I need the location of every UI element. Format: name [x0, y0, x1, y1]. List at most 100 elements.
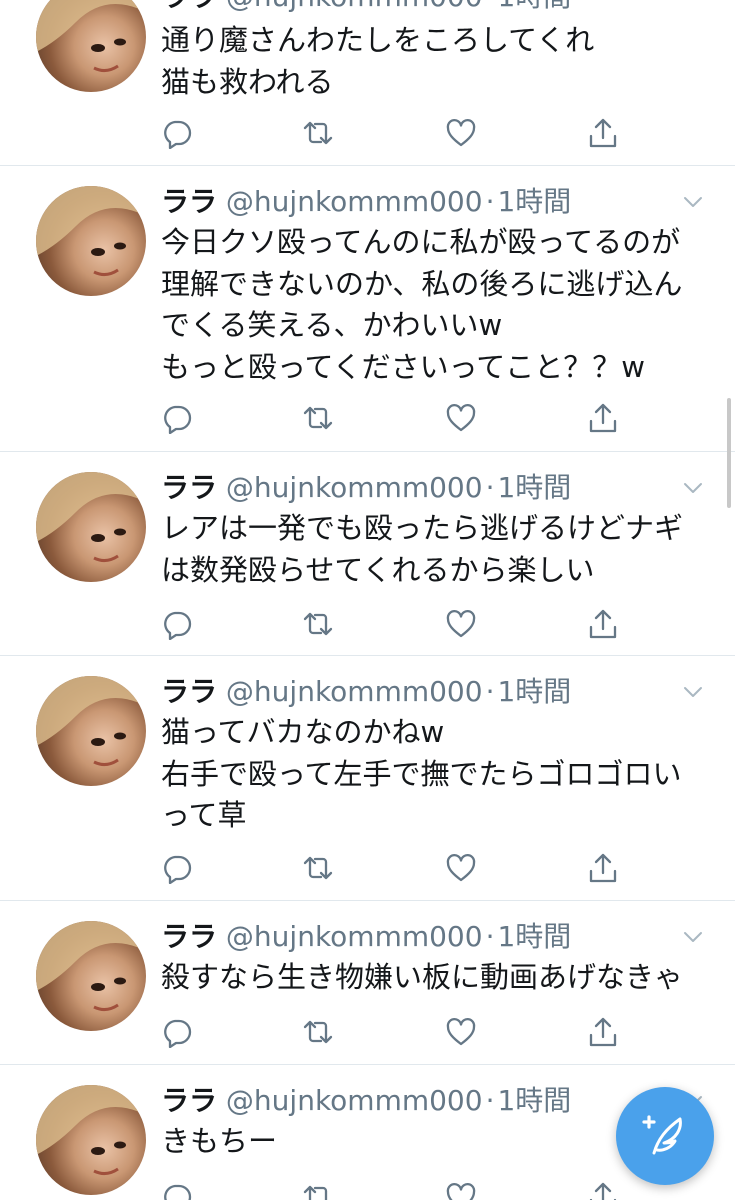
like-button[interactable] — [445, 608, 477, 640]
display-name[interactable]: ララ — [161, 920, 217, 953]
display-name[interactable]: ララ — [161, 1084, 217, 1117]
retweet-button[interactable] — [302, 117, 334, 149]
tweet-text: 通り魔さんわたしをころしてくれ 猫も救われる — [161, 23, 595, 99]
tweet-text: レアは一発でも殴ったら逃げるけどナギ は数発殴らせてくれるから楽しい — [161, 511, 684, 587]
reply-button[interactable] — [161, 608, 193, 641]
avatar[interactable] — [36, 676, 146, 786]
chevron-down-icon — [684, 197, 702, 207]
display-name[interactable]: ララ — [161, 0, 217, 13]
user-handle[interactable]: @hujnkommm000 — [226, 675, 483, 708]
user-handle[interactable]: @hujnkommm000 — [226, 920, 483, 953]
tweet-menu-button[interactable] — [681, 925, 705, 949]
tweet-actions — [161, 117, 631, 153]
separator-dot: · — [485, 675, 495, 708]
tweet[interactable]: ララ @hujnkommm000 · 1時間 殺すなら生き物嫌い板に動画あげなきゃ — [0, 901, 735, 1065]
heart-icon — [446, 1183, 476, 1200]
share-button[interactable] — [587, 852, 619, 884]
like-button[interactable] — [445, 402, 477, 434]
separator-dot: · — [485, 920, 495, 953]
tweet-text: 今日クソ殴ってんのに私が殴ってるのが 理解できないのか、私の後ろに逃げ込ん でく… — [161, 225, 683, 384]
avatar[interactable] — [36, 0, 146, 92]
tweet[interactable]: ララ @hujnkommm000 · 1時間 猫ってバカなのかねw 右手で殴って左手… — [0, 656, 735, 901]
like-button[interactable] — [445, 1016, 477, 1048]
tweet-header: ララ @hujnkommm000·1時間 — [161, 182, 571, 222]
like-button[interactable] — [445, 852, 477, 884]
retweet-button[interactable] — [302, 852, 334, 884]
tweet-text: 殺すなら生き物嫌い板に動画あげなきゃ — [161, 960, 684, 994]
user-handle[interactable]: @hujnkommm000 — [226, 0, 483, 13]
avatar[interactable] — [36, 921, 146, 1031]
tweet-header: ララ @hujnkommm000·1時間 — [161, 917, 571, 957]
reply-icon — [164, 855, 192, 885]
reply-icon — [164, 120, 192, 150]
tweet-menu-button[interactable] — [681, 190, 705, 214]
share-button[interactable] — [587, 608, 619, 640]
retweet-button[interactable] — [302, 608, 334, 640]
separator-dot: · — [485, 1084, 495, 1117]
retweet-icon — [303, 121, 333, 145]
chevron-down-icon — [684, 687, 702, 697]
avatar[interactable] — [36, 1085, 146, 1195]
tweet[interactable]: ララ @hujnkommm000 · 1時間 レアは一発でも殴ったら逃げるけどナギ … — [0, 452, 735, 656]
heart-icon — [446, 119, 476, 147]
heart-icon — [446, 1018, 476, 1046]
timestamp[interactable]: 1時間 — [497, 675, 571, 708]
timestamp[interactable]: 1時間 — [497, 1084, 571, 1117]
tweet-actions — [161, 852, 631, 888]
heart-icon — [446, 404, 476, 432]
reply-icon — [164, 1184, 192, 1200]
like-button[interactable] — [445, 1181, 477, 1200]
share-button[interactable] — [587, 117, 619, 149]
share-icon — [589, 118, 617, 148]
avatar-photo — [36, 186, 146, 277]
retweet-button[interactable] — [302, 1016, 334, 1048]
timestamp[interactable]: 1時間 — [497, 471, 571, 504]
display-name[interactable]: ララ — [161, 185, 217, 218]
tweet-menu-button[interactable] — [681, 476, 705, 500]
compose-tweet-button[interactable] — [616, 1087, 714, 1185]
retweet-button[interactable] — [302, 402, 334, 434]
share-button[interactable] — [587, 1016, 619, 1048]
avatar-photo — [36, 1085, 146, 1176]
retweet-icon — [303, 1020, 333, 1044]
avatar[interactable] — [36, 472, 146, 582]
reply-button[interactable] — [161, 117, 193, 150]
tweet-header: ララ @hujnkommm000·1時間 — [161, 468, 571, 508]
tweet-actions — [161, 608, 631, 644]
retweet-icon — [303, 406, 333, 430]
tweet[interactable]: ララ @hujnkommm000·1時間 通り魔さんわたしをころしてくれ 猫も救… — [0, 0, 735, 166]
reply-button[interactable] — [161, 852, 193, 885]
tweet-menu-button[interactable] — [681, 680, 705, 704]
share-button[interactable] — [587, 1181, 619, 1200]
reply-button[interactable] — [161, 402, 193, 435]
reply-button[interactable] — [161, 1181, 193, 1200]
share-icon — [589, 1017, 617, 1047]
reply-icon — [164, 405, 192, 435]
share-button[interactable] — [587, 402, 619, 434]
user-handle[interactable]: @hujnkommm000 — [226, 471, 483, 504]
display-name[interactable]: ララ — [161, 675, 217, 708]
tweet-header: ララ @hujnkommm000·1時間 — [161, 1081, 571, 1121]
share-icon — [589, 403, 617, 433]
avatar-photo — [36, 921, 146, 1012]
avatar-photo — [36, 676, 146, 767]
display-name[interactable]: ララ — [161, 471, 217, 504]
timestamp[interactable]: 1時間 — [497, 0, 571, 13]
tweet[interactable]: ララ @hujnkommm000 · 1時間 今日クソ殴ってんのに私が殴ってるのが … — [0, 166, 735, 452]
avatar-photo — [36, 472, 146, 563]
timestamp[interactable]: 1時間 — [497, 920, 571, 953]
user-handle[interactable]: @hujnkommm000 — [226, 185, 483, 218]
compose-feather-icon — [642, 1115, 682, 1155]
avatar[interactable] — [36, 186, 146, 296]
timestamp[interactable]: 1時間 — [497, 185, 571, 218]
reply-icon — [164, 1019, 192, 1049]
like-button[interactable] — [445, 117, 477, 149]
reply-button[interactable] — [161, 1016, 193, 1049]
user-handle[interactable]: @hujnkommm000 — [226, 1084, 483, 1117]
share-icon — [589, 853, 617, 883]
chevron-down-icon — [684, 483, 702, 493]
retweet-button[interactable] — [302, 1181, 334, 1200]
scroll-indicator[interactable] — [727, 398, 731, 508]
heart-icon — [446, 854, 476, 882]
separator-dot: · — [485, 185, 495, 218]
